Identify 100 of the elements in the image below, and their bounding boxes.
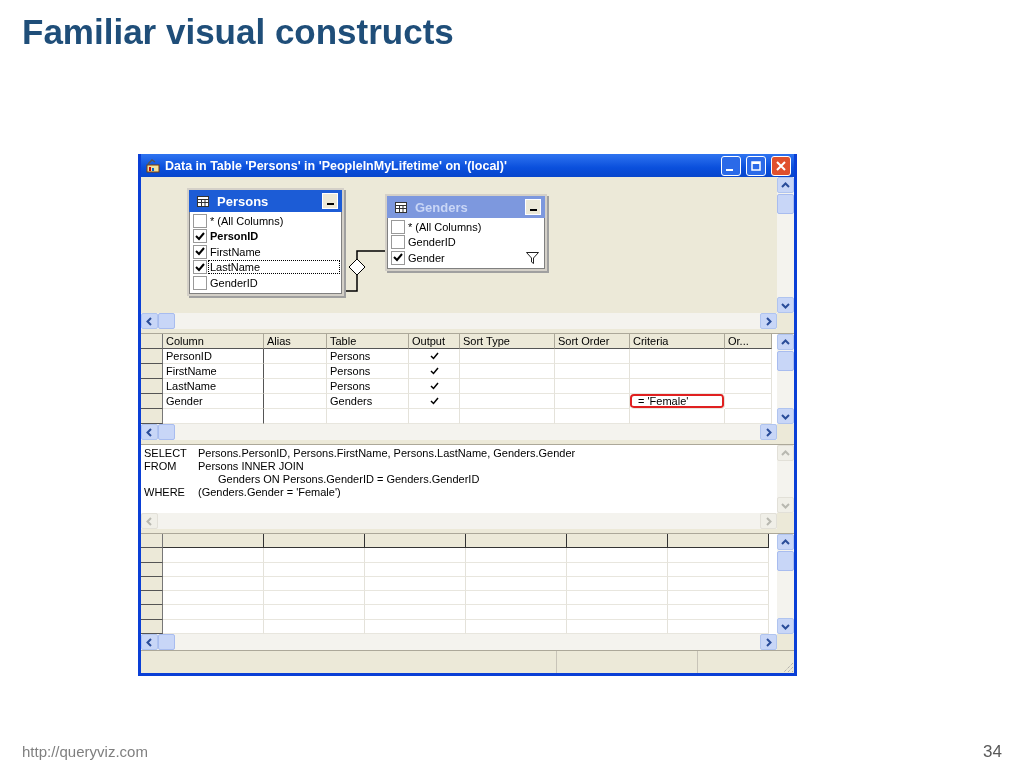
window-title: Data in Table 'Persons' in 'PeopleInMyLifetime' on '(local)'	[165, 158, 508, 173]
table-box[interactable]: Persons * (All Columns) PersonID FirstName LastName GenderID	[187, 188, 344, 296]
table-title-bar[interactable]: Persons	[189, 190, 342, 212]
close-icon	[776, 160, 786, 171]
row-header[interactable]	[141, 379, 163, 394]
row-header[interactable]	[141, 534, 163, 549]
maximize-icon	[751, 160, 761, 171]
checkmark-icon	[393, 253, 403, 263]
column-header[interactable]	[466, 534, 567, 549]
grid-cell[interactable]: Persons	[327, 364, 409, 379]
scroll-left-button[interactable]	[141, 313, 158, 329]
scroll-thumb[interactable]	[777, 351, 794, 371]
column-header[interactable]: Column	[163, 334, 264, 349]
scroll-down-button[interactable]	[777, 618, 794, 634]
column-header[interactable]	[668, 534, 769, 549]
scroll-right-button[interactable]	[760, 634, 777, 650]
footer-url[interactable]: http://queryviz.com	[22, 743, 148, 760]
column-header[interactable]	[365, 534, 466, 549]
grid-icon	[197, 195, 209, 207]
grid-cell[interactable]: LastName	[163, 379, 264, 394]
column-name[interactable]: Gender	[406, 250, 447, 265]
minimize-button[interactable]	[525, 199, 541, 215]
column-header[interactable]: Alias	[264, 334, 327, 349]
horizontal-scrollbar[interactable]	[141, 634, 777, 650]
grid-cell[interactable]: Genders	[327, 394, 409, 409]
column-name[interactable]: GenderID	[406, 235, 458, 250]
scroll-left-button[interactable]	[141, 634, 158, 650]
checkbox[interactable]	[391, 219, 405, 234]
column-header[interactable]: Output	[409, 334, 460, 349]
scroll-thumb[interactable]	[158, 424, 175, 440]
scroll-right-button[interactable]	[760, 313, 777, 329]
scroll-left-button[interactable]	[141, 424, 158, 440]
row-header[interactable]	[141, 364, 163, 379]
column-header[interactable]: Or...	[725, 334, 772, 349]
sql-text: (Genders.Gender = 'Female')	[198, 486, 341, 499]
grid-icon	[395, 201, 407, 213]
checkbox[interactable]	[391, 235, 405, 250]
page-number: 34	[983, 742, 1002, 762]
row-header[interactable]	[141, 394, 163, 409]
sql-keyword: SELECT	[144, 447, 188, 460]
row-header[interactable]	[141, 334, 163, 349]
scroll-down-button[interactable]	[777, 408, 794, 424]
scroll-thumb[interactable]	[158, 313, 175, 329]
resize-grip-icon[interactable]	[782, 661, 794, 673]
column-name[interactable]: * (All Columns)	[406, 219, 484, 234]
column-name[interactable]: FirstName	[208, 244, 263, 259]
app-icon	[146, 158, 160, 173]
horizontal-scrollbar[interactable]	[141, 313, 777, 329]
scroll-right-button[interactable]	[760, 424, 777, 440]
scroll-thumb[interactable]	[777, 194, 794, 214]
row-header[interactable]	[141, 548, 163, 563]
column-header[interactable]	[163, 534, 264, 549]
column-header[interactable]: Sort Order	[555, 334, 630, 349]
slide-title: Familiar visual constructs	[22, 12, 454, 52]
sql-text: Persons.PersonID, Persons.FirstName, Persons.LastName, Genders.Gender	[198, 447, 576, 460]
grid-cell[interactable]: Persons	[327, 379, 409, 394]
grid-cell[interactable]: Persons	[327, 349, 409, 364]
vertical-scrollbar[interactable]	[777, 334, 794, 424]
sql-editor[interactable]: SELECT Persons.PersonID, Persons.FirstName, Persons.LastName, Genders.Gender FROM Persons INNER JOIN Genders ON Persons.GenderID = Genders.GenderID WHERE (Genders.Gender = 'Female')	[141, 445, 777, 513]
sql-keyword: FROM	[144, 460, 178, 473]
checkbox[interactable]	[193, 260, 207, 275]
scroll-up-button[interactable]	[777, 177, 794, 193]
row-header[interactable]	[141, 591, 163, 606]
grid-cell[interactable]: Gender	[163, 394, 264, 409]
grid-cell[interactable]: PersonID	[163, 349, 264, 364]
row-header[interactable]	[141, 409, 163, 424]
vertical-scrollbar[interactable]	[777, 177, 794, 313]
row-header[interactable]	[141, 349, 163, 364]
column-header[interactable]	[567, 534, 668, 549]
scroll-down-button[interactable]	[777, 297, 794, 313]
scroll-up-button[interactable]	[777, 334, 794, 350]
sql-keyword: WHERE	[144, 486, 186, 499]
table-box[interactable]: Genders * (All Columns) GenderID Gender	[385, 194, 547, 271]
scroll-thumb[interactable]	[777, 551, 794, 571]
column-name[interactable]: GenderID	[208, 275, 260, 290]
checkbox[interactable]	[193, 229, 207, 244]
row-header[interactable]	[141, 605, 163, 620]
table-title: Genders	[415, 199, 469, 215]
minimize-button[interactable]	[322, 193, 338, 209]
scroll-thumb[interactable]	[158, 634, 175, 650]
maximize-button[interactable]	[746, 155, 766, 176]
column-name[interactable]: * (All Columns)	[208, 213, 286, 228]
checkbox[interactable]	[193, 244, 207, 259]
column-name[interactable]: LastName	[208, 260, 340, 275]
grid-cell[interactable]: = 'Female'	[630, 394, 725, 409]
column-header[interactable]	[264, 534, 365, 549]
column-header[interactable]: Sort Type	[460, 334, 555, 349]
sql-text: Persons INNER JOIN	[198, 460, 304, 473]
vertical-scrollbar[interactable]	[777, 534, 794, 634]
horizontal-scrollbar[interactable]	[141, 424, 777, 440]
checkbox[interactable]	[193, 275, 207, 290]
column-header[interactable]: Criteria	[630, 334, 725, 349]
column-name[interactable]: PersonID	[208, 229, 261, 244]
checkbox[interactable]	[193, 213, 207, 228]
checkbox[interactable]	[391, 250, 405, 265]
grid-cell[interactable]: FirstName	[163, 364, 264, 379]
column-header[interactable]: Table	[327, 334, 409, 349]
minimize-icon	[726, 168, 733, 171]
close-button[interactable]	[771, 155, 791, 176]
scroll-up-button[interactable]	[777, 534, 794, 550]
